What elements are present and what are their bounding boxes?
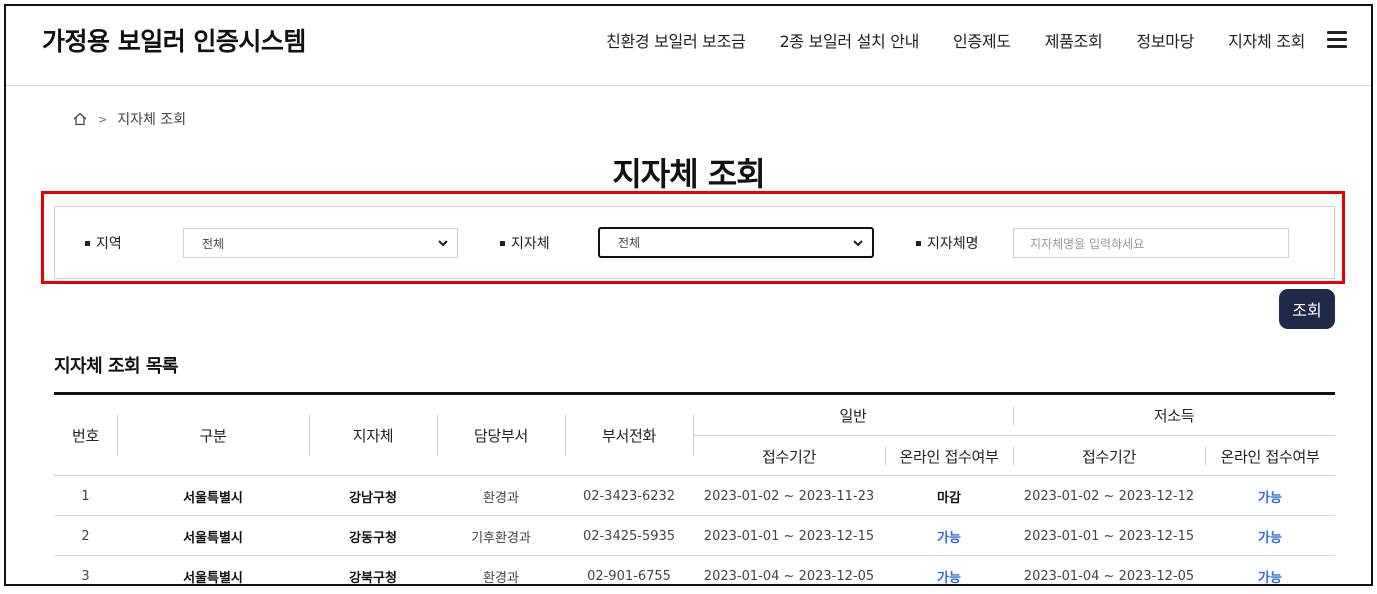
cell-low-online: 가능 <box>1258 490 1282 506</box>
region-select[interactable]: 전체 <box>183 228 458 258</box>
nav-item-type2-install[interactable]: 2종 보일러 설치 안내 <box>779 28 919 52</box>
search-button[interactable]: 조회 <box>1279 289 1335 329</box>
th-department: 담당부서 <box>473 427 528 445</box>
table-header: 번호 구분 지자체 담당부서 부서전화 일반 저소득 접수기간 온라인 접수여부… <box>54 395 1335 476</box>
th-no: 번호 <box>71 427 99 445</box>
cell-general-period: 2023-01-04 ~ 2023-12-05 <box>703 568 875 584</box>
cell-low-period: 2023-01-01 ~ 2023-12-15 <box>1023 528 1195 544</box>
breadcrumb-current: 지자체 조회 <box>117 112 187 128</box>
nav-item-info[interactable]: 정보마당 <box>1136 28 1194 52</box>
region-label-text: 지역 <box>96 236 122 252</box>
municipality-label-text: 지자체 <box>511 236 550 252</box>
cell-category: 서울특별시 <box>183 570 243 586</box>
cell-low-period: 2023-01-04 ~ 2023-12-05 <box>1023 568 1195 584</box>
cell-phone: 02-3425-5935 <box>582 528 676 544</box>
th-phone: 부서전화 <box>601 427 656 445</box>
cell-no: 3 <box>81 568 90 584</box>
main-nav: 친환경 보일러 보조금 2종 보일러 설치 안내 인증제도 제품조회 정보마당 … <box>606 28 1305 52</box>
table-row[interactable]: 1 서울특별시 강남구청 환경과 02-3423-6232 2023-01-02… <box>54 476 1335 516</box>
header-divider <box>1205 447 1206 465</box>
name-label: 지자체명 <box>916 233 979 253</box>
th-low-online: 온라인 접수여부 <box>1220 447 1320 466</box>
cell-low-online: 가능 <box>1258 570 1282 586</box>
header-divider <box>437 415 438 455</box>
municipality-label: 지자체 <box>500 233 550 253</box>
site-logo[interactable]: 가정용 보일러 인증시스템 <box>42 22 306 58</box>
th-low-income: 저소득 <box>1153 406 1195 425</box>
nav-item-municipality[interactable]: 지자체 조회 <box>1228 28 1305 52</box>
cell-municipality: 강남구청 <box>349 490 397 506</box>
cell-department: 환경과 <box>483 570 519 586</box>
cell-phone: 02-901-6755 <box>587 568 671 584</box>
th-category: 구분 <box>199 427 227 445</box>
cell-low-period: 2023-01-02 ~ 2023-12-12 <box>1023 488 1195 504</box>
cell-department: 기후환경과 <box>471 530 531 546</box>
th-general: 일반 <box>839 406 867 425</box>
table-row[interactable]: 3 서울특별시 강북구청 환경과 02-901-6755 2023-01-04 … <box>54 556 1335 586</box>
nav-item-product-search[interactable]: 제품조회 <box>1045 28 1103 52</box>
hamburger-menu-icon[interactable] <box>1327 31 1347 48</box>
region-label: 지역 <box>85 233 122 253</box>
breadcrumb: > 지자체 조회 <box>72 109 186 129</box>
site-header: 가정용 보일러 인증시스템 친환경 보일러 보조금 2종 보일러 설치 안내 인… <box>6 6 1371 86</box>
breadcrumb-separator: > <box>98 112 108 126</box>
header-divider <box>565 415 566 455</box>
cell-municipality: 강동구청 <box>349 530 397 546</box>
th-low-period: 접수기간 <box>1081 447 1136 466</box>
chevron-down-icon <box>438 240 448 247</box>
cell-low-online: 가능 <box>1258 530 1282 546</box>
municipality-select[interactable]: 전체 <box>598 227 874 258</box>
cell-general-period: 2023-01-02 ~ 2023-11-23 <box>703 488 875 504</box>
list-title: 지자체 조회 목록 <box>54 356 178 377</box>
search-panel: 지역 전체 지자체 전체 지자체명 지자체명을 입력하세요 <box>54 206 1335 279</box>
cell-general-online: 마감 <box>937 490 961 506</box>
region-select-value: 전체 <box>202 236 225 251</box>
cell-municipality: 강북구청 <box>349 570 397 586</box>
th-general-online: 온라인 접수여부 <box>899 447 999 466</box>
header-divider <box>309 415 310 455</box>
home-icon[interactable] <box>72 111 88 127</box>
cell-general-online: 가능 <box>937 530 961 546</box>
header-divider <box>693 435 1335 436</box>
cell-general-period: 2023-01-01 ~ 2023-12-15 <box>703 528 875 544</box>
cell-general-online: 가능 <box>937 570 961 586</box>
name-label-text: 지자체명 <box>927 236 979 252</box>
municipality-name-input[interactable]: 지자체명을 입력하세요 <box>1013 228 1289 258</box>
header-divider <box>1013 407 1014 425</box>
nav-item-certification[interactable]: 인증제도 <box>953 28 1011 52</box>
cell-category: 서울특별시 <box>183 490 243 506</box>
municipality-table: 번호 구분 지자체 담당부서 부서전화 일반 저소득 접수기간 온라인 접수여부… <box>54 392 1335 586</box>
cell-no: 1 <box>81 488 90 504</box>
th-general-period: 접수기간 <box>761 447 816 466</box>
page-frame: 가정용 보일러 인증시스템 친환경 보일러 보조금 2종 보일러 설치 안내 인… <box>4 4 1373 586</box>
nav-item-subsidy[interactable]: 친환경 보일러 보조금 <box>606 28 746 52</box>
cell-department: 환경과 <box>483 490 519 506</box>
cell-category: 서울특별시 <box>183 530 243 546</box>
page-title: 지자체 조회 <box>612 155 765 193</box>
cell-phone: 02-3423-6232 <box>582 488 676 504</box>
header-divider <box>1013 447 1014 465</box>
table-row[interactable]: 2 서울특별시 강동구청 기후환경과 02-3425-5935 2023-01-… <box>54 516 1335 556</box>
cell-no: 2 <box>81 528 90 544</box>
header-divider <box>885 447 886 465</box>
municipality-select-value: 전체 <box>618 236 641 250</box>
chevron-down-icon <box>853 240 863 247</box>
header-divider <box>117 415 118 455</box>
th-municipality: 지자체 <box>352 427 394 445</box>
